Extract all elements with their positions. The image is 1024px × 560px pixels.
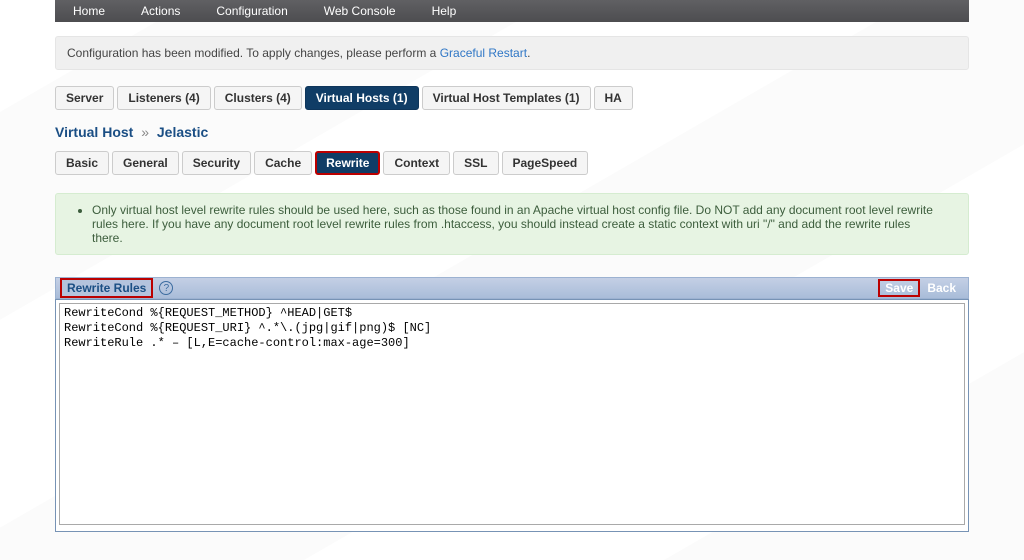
subtab-security[interactable]: Security [182,151,251,175]
notice-suffix: . [527,46,530,60]
rewrite-info-text: Only virtual host level rewrite rules sh… [92,203,944,245]
back-button[interactable]: Back [920,279,963,297]
nav-help[interactable]: Help [414,0,475,22]
rewrite-rules-textarea[interactable] [59,303,965,525]
tab-clusters-4[interactable]: Clusters (4) [214,86,302,110]
tab-virtual-host-templates-1[interactable]: Virtual Host Templates (1) [422,86,591,110]
subtab-basic[interactable]: Basic [55,151,109,175]
notice-text: Configuration has been modified. To appl… [67,46,440,60]
breadcrumb-part-1[interactable]: Virtual Host [55,124,133,140]
rewrite-rules-editor-wrap [55,299,969,532]
subtab-rewrite[interactable]: Rewrite [315,151,380,175]
rewrite-rules-section-header: Rewrite Rules ? Save Back [55,277,969,299]
tab-listeners-4[interactable]: Listeners (4) [117,86,210,110]
nav-actions[interactable]: Actions [123,0,198,22]
graceful-restart-link[interactable]: Graceful Restart [440,46,527,60]
tab-server[interactable]: Server [55,86,114,110]
nav-web-console[interactable]: Web Console [306,0,414,22]
tab-ha[interactable]: HA [594,86,633,110]
top-nav: Home Actions Configuration Web Console H… [55,0,969,22]
subtab-pagespeed[interactable]: PageSpeed [502,151,589,175]
save-button[interactable]: Save [878,279,920,297]
config-modified-notice: Configuration has been modified. To appl… [55,36,969,70]
subtab-cache[interactable]: Cache [254,151,312,175]
tab-virtual-hosts-1[interactable]: Virtual Hosts (1) [305,86,419,110]
breadcrumb-part-2[interactable]: Jelastic [157,124,208,140]
nav-home[interactable]: Home [55,0,123,22]
subtab-general[interactable]: General [112,151,179,175]
rewrite-info-box: Only virtual host level rewrite rules sh… [55,193,969,255]
subtab-context[interactable]: Context [383,151,450,175]
subtab-ssl[interactable]: SSL [453,151,498,175]
primary-tabs: ServerListeners (4)Clusters (4)Virtual H… [55,86,969,110]
help-icon[interactable]: ? [159,281,173,295]
sub-tabs: BasicGeneralSecurityCacheRewriteContextS… [55,151,969,175]
breadcrumb: Virtual Host » Jelastic [55,124,969,140]
breadcrumb-separator: » [141,124,149,140]
nav-configuration[interactable]: Configuration [198,0,305,22]
rewrite-rules-title: Rewrite Rules [60,278,153,298]
